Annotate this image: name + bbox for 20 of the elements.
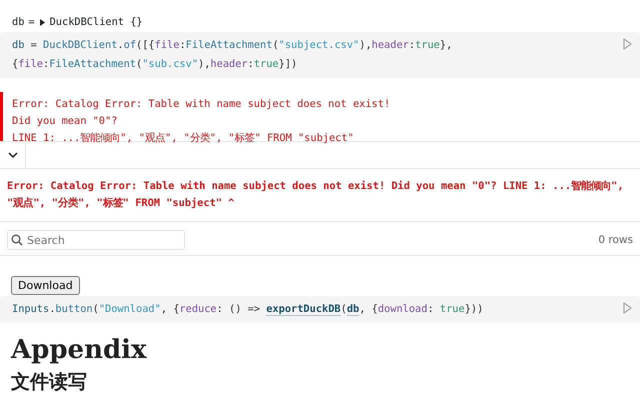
search-field[interactable]: Search: [7, 230, 185, 250]
run-icon[interactable]: [623, 38, 632, 50]
cell-value: DuckDBClient {}: [50, 16, 143, 28]
row-count: 0 rows: [598, 234, 633, 246]
section-heading: Appendix: [11, 335, 148, 365]
error-message: Error: Catalog Error: Table with name subject does not exist! Did you mean "0"? LINE 1: ...智能倾向", "观点", "分类", "标签" FROM "subject" ^: [0, 169, 640, 222]
error-message: Did you mean "0"?: [12, 114, 118, 129]
subsection-heading: 文件读写: [11, 370, 88, 395]
error-message: Error: Catalog Error: Table with name subject does not exist!: [12, 97, 392, 112]
cell-name: db: [12, 16, 24, 28]
chevron-icon: [8, 152, 18, 158]
code-line: Inputs.button("Download", {reduce: () => exportDuckDB(db, {download: true})): [12, 302, 484, 318]
search-icon: [11, 234, 23, 246]
expand-icon[interactable]: [38, 18, 46, 26]
run-icon[interactable]: [623, 302, 632, 314]
error-message: LINE 1: ...智能倾向", "观点", "分类", "标签" FROM "subject": [12, 131, 355, 144]
code-line: {file:FileAttachment("sub.csv"),header:true}]): [12, 57, 298, 72]
equals-sign: =: [28, 16, 35, 28]
code-line: db = DuckDBClient.of([{file:FileAttachment("subject.csv"),header:true},: [12, 38, 454, 53]
download-button[interactable]: Download: [11, 276, 80, 295]
